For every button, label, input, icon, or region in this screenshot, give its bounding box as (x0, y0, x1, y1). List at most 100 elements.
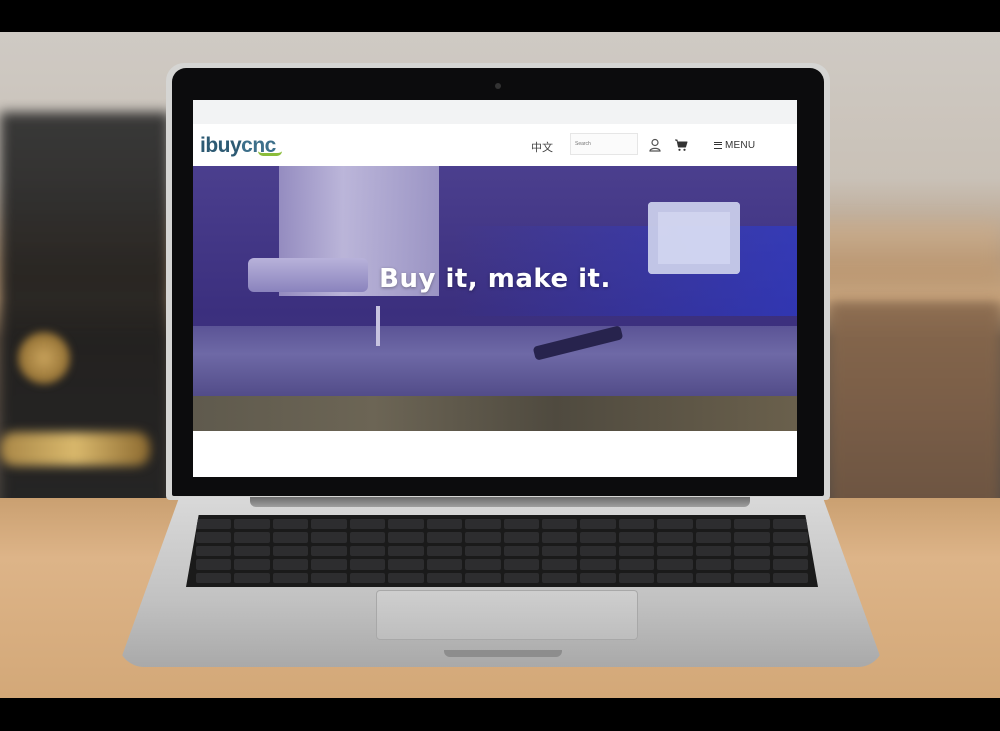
keyboard-key (657, 545, 693, 557)
keyboard-key (388, 545, 424, 557)
keyboard-key (311, 545, 347, 557)
site-header: ibuycnc 中文 MENU (193, 124, 797, 166)
keyboard-key (503, 519, 539, 530)
trackpad (376, 590, 638, 640)
keyboard-key (695, 559, 732, 570)
keyboard-key (734, 572, 770, 583)
keyboard-key (349, 519, 386, 530)
keyboard-key (580, 545, 616, 557)
keyboard-key (503, 572, 539, 583)
keyboard-key (695, 519, 732, 530)
keyboard-key (618, 572, 655, 583)
keyboard-key (388, 519, 424, 530)
keyboard-key (426, 572, 463, 583)
keyboard-key (311, 572, 347, 583)
keyboard-key (272, 572, 309, 583)
keyboard-key (541, 572, 578, 583)
keyboard-key (618, 545, 655, 557)
keyboard-key (311, 519, 347, 530)
keyboard-key (388, 532, 424, 543)
keyboard-key (772, 559, 808, 570)
keyboard-key (311, 559, 347, 570)
keyboard-key (734, 559, 770, 570)
keyboard-key (580, 532, 616, 543)
keyboard-key (541, 545, 578, 557)
keyboard-key (426, 532, 463, 543)
keyboard-key (465, 532, 501, 543)
logo-swoosh-icon (258, 151, 282, 156)
keyboard-key (272, 545, 309, 557)
keyboard-key (234, 532, 270, 543)
keyboard-key (541, 559, 578, 570)
keyboard-key (196, 519, 232, 530)
hamburger-icon (714, 141, 722, 149)
search-input[interactable] (570, 133, 638, 155)
keyboard-key (695, 572, 732, 583)
menu-button[interactable]: MENU (714, 137, 755, 153)
keyboard-key (657, 559, 693, 570)
keyboard-key (541, 519, 578, 530)
keyboard-key (734, 532, 770, 543)
keyboard-key (196, 559, 232, 570)
keyboard-key (196, 572, 232, 583)
keyboard-key (349, 572, 386, 583)
keyboard-key (503, 545, 539, 557)
webcam-icon (495, 83, 501, 89)
keyboard-key (272, 532, 309, 543)
keyboard-key (618, 532, 655, 543)
keyboard-key (695, 545, 732, 557)
keyboard-key (657, 532, 693, 543)
laptop-hinge (250, 497, 750, 507)
keyboard-key (272, 559, 309, 570)
keyboard-key (580, 519, 616, 530)
keyboard-key (349, 532, 386, 543)
user-icon[interactable] (648, 138, 662, 152)
keyboard-key (388, 559, 424, 570)
keyboard-key (618, 519, 655, 530)
wood-strip-image (193, 396, 797, 431)
keyboard-key (196, 532, 232, 543)
laptop-screen: ibuycnc 中文 MENU Buy it, make it. (193, 100, 797, 477)
keyboard-key (272, 519, 309, 530)
content-area (193, 431, 797, 477)
stove-knob (18, 332, 70, 384)
letterbox-top (0, 0, 1000, 32)
keyboard-key (196, 545, 232, 557)
keyboard-key (388, 572, 424, 583)
keyboard (186, 515, 818, 587)
keyboard-key (618, 559, 655, 570)
keyboard-key (734, 545, 770, 557)
cnc-bit-image (376, 306, 380, 346)
keyboard-key (580, 559, 616, 570)
hero-headline: Buy it, make it. (379, 264, 611, 294)
keyboard-key (772, 519, 808, 530)
keyboard-key (734, 519, 770, 530)
cart-icon[interactable] (674, 138, 688, 152)
keyboard-key (541, 532, 578, 543)
keyboard-key (580, 572, 616, 583)
keyboard-key (657, 519, 693, 530)
menu-label: MENU (725, 139, 756, 151)
keyboard-key (772, 572, 808, 583)
oven-handle (0, 432, 150, 466)
letterbox-bottom (0, 698, 1000, 731)
keyboard-key (349, 545, 386, 557)
keyboard-key (234, 559, 270, 570)
keyboard-key (465, 559, 501, 570)
keyboard-key (426, 519, 463, 530)
keyboard-key (657, 572, 693, 583)
top-strip (193, 100, 797, 124)
keyboard-key (426, 559, 463, 570)
logo-prefix: ibuy (200, 134, 242, 157)
keyboard-key (234, 545, 270, 557)
keyboard-key (503, 532, 539, 543)
keyboard-key (465, 519, 501, 530)
language-switch-link[interactable]: 中文 (531, 139, 553, 155)
hero-banner: Buy it, make it. (193, 166, 797, 431)
stove (0, 112, 170, 532)
keyboard-key (695, 532, 732, 543)
keyboard-key (426, 545, 463, 557)
keyboard-key (772, 545, 808, 557)
site-logo[interactable]: ibuycnc (200, 134, 282, 158)
keyboard-key (349, 559, 386, 570)
